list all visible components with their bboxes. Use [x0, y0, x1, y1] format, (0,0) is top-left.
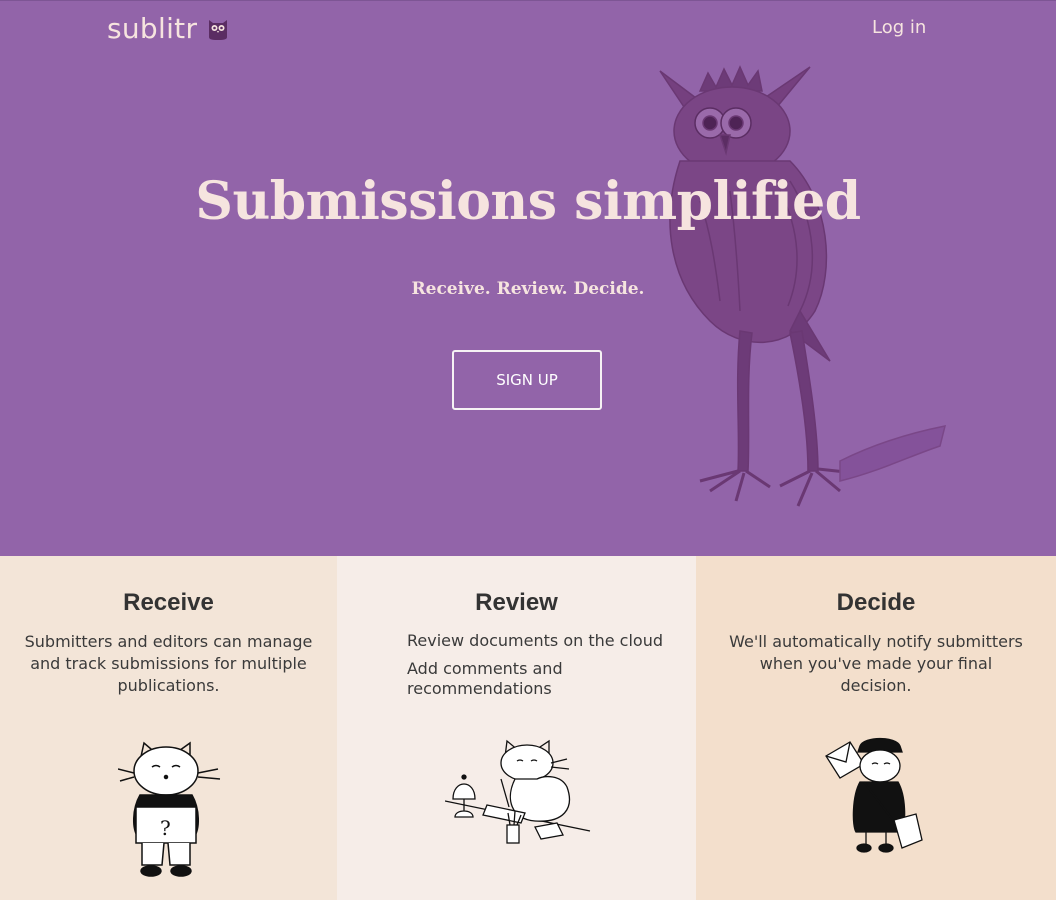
feature-description: Review documents on the cloud: [407, 631, 664, 650]
feature-decide: Decide We'll automatically notify submit…: [696, 556, 1056, 900]
cat-writing-illustration: [445, 739, 591, 844]
owl-logo-icon: [209, 19, 228, 40]
feature-description: Add comments and recommendations: [407, 659, 563, 698]
features-section: Receive Submitters and editors can manag…: [0, 556, 1056, 900]
feature-title: Review: [475, 589, 558, 616]
feature-review: Review Review documents on the cloud Add…: [337, 556, 696, 900]
feature-title: Receive: [123, 589, 214, 616]
cat-box-illustration: ?: [118, 741, 221, 877]
cat-mail-carrier-illustration: [825, 737, 923, 853]
feature-description: We'll automatically notify submitters wh…: [729, 632, 1023, 695]
hero-title: Submissions simplified: [195, 171, 861, 232]
svg-text:?: ?: [160, 816, 171, 840]
signup-button[interactable]: SIGN UP: [452, 350, 602, 410]
hero-tagline: Receive. Review. Decide.: [411, 279, 645, 299]
brand[interactable]: sublitr: [107, 12, 229, 45]
hero-section: sublitr Log in Submissions simplified Re…: [0, 0, 1056, 556]
feature-description: Submitters and editors can manage and tr…: [24, 632, 313, 695]
feature-receive: Receive Submitters and editors can manag…: [0, 556, 337, 900]
feature-title: Decide: [836, 589, 916, 616]
brand-name: sublitr: [107, 12, 198, 45]
login-link[interactable]: Log in: [872, 17, 926, 38]
